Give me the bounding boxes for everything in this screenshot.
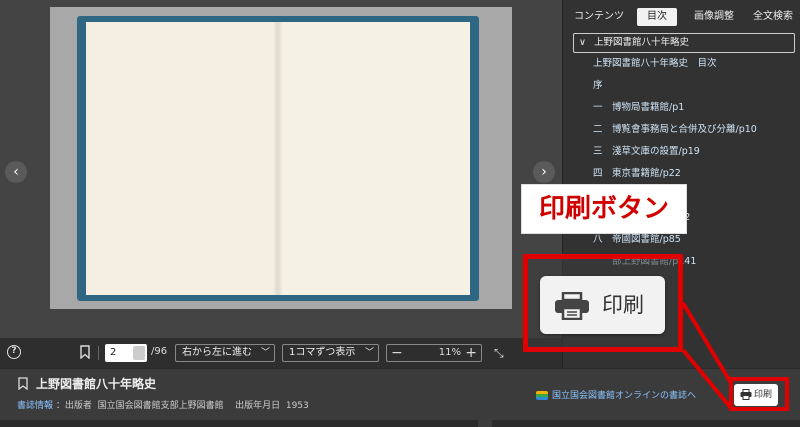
book-page-right: [277, 22, 470, 295]
bookmark-icon[interactable]: [18, 377, 28, 390]
book-page-left: [86, 22, 277, 295]
publisher-value: 国立国会図書館支部上野図書館: [97, 401, 224, 411]
page-number-input[interactable]: 2: [105, 344, 147, 362]
bottom-panel-edge: [0, 420, 478, 427]
expand-icon[interactable]: ⤡: [494, 346, 504, 361]
chevron-down-icon: ∨: [579, 37, 586, 48]
page-total: /96: [151, 346, 168, 357]
direction-select[interactable]: 右から左に進む ﹀: [175, 344, 275, 362]
toc-item[interactable]: 三 淺草文庫の設置/p19: [573, 141, 795, 163]
chevron-down-icon: ﹀: [364, 348, 374, 358]
display-mode-value: 1コマずつ表示: [289, 347, 356, 358]
book-meta: 書誌情報 ：出版者 国立国会図書館支部上野図書館 出版年月日 1953: [17, 398, 309, 411]
date-label: 出版年月日: [235, 401, 281, 411]
chevron-down-icon: ﹀: [260, 348, 270, 358]
ndl-logo-icon: [536, 391, 548, 400]
zoomed-print-button: 印刷: [540, 276, 665, 334]
ndl-online-link[interactable]: 国立国会図書館オンラインの書誌へ: [536, 388, 696, 401]
book-gutter: [273, 22, 283, 295]
direction-value: 右から左に進む: [182, 347, 252, 358]
toc-root[interactable]: ∨ 上野図書館八十年略史: [573, 33, 795, 53]
bibliographic-info-link[interactable]: 書誌情報: [17, 401, 53, 411]
publisher-label: ：出版者: [55, 401, 92, 411]
bookmark-icon[interactable]: [80, 345, 90, 359]
tab-image-adjust[interactable]: 画像調整: [687, 8, 741, 26]
viewer-toolbar: ? 2 /96 右から左に進む ﹀ 1コマずつ表示 ﹀ − 11% + ⤡: [0, 338, 562, 368]
chevron-left-icon[interactable]: ‹: [5, 161, 27, 183]
printer-icon: [555, 292, 589, 320]
bibliographic-bar: 上野図書館八十年略史 書誌情報 ：出版者 国立国会図書館支部上野図書館 出版年月…: [0, 368, 800, 427]
book-title: 上野図書館八十年略史: [36, 377, 157, 391]
toc-item[interactable]: 一 博物局書籍館/p1: [573, 97, 795, 119]
toc-item[interactable]: 序: [573, 75, 795, 97]
zoom-control: − 11% +: [386, 344, 482, 362]
zoomed-print-label: 印刷: [602, 293, 644, 317]
toc-item[interactable]: 四 東京書籍館/p22: [573, 163, 795, 185]
display-mode-select[interactable]: 1コマずつ表示 ﹀: [282, 344, 379, 362]
page-number-value: 2: [110, 347, 117, 358]
chevron-right-icon[interactable]: ›: [533, 161, 555, 183]
image-viewer[interactable]: ‹ ›: [0, 0, 562, 338]
divider: [98, 346, 99, 360]
zoom-level: 11%: [438, 347, 461, 358]
date-value: 1953: [285, 401, 309, 411]
tab-contents[interactable]: コンテンツ: [567, 8, 631, 26]
zoom-in-button[interactable]: +: [465, 345, 477, 361]
help-icon[interactable]: ?: [7, 345, 21, 359]
toc-root-label: 上野図書館八十年略史: [594, 37, 690, 48]
side-tabs: コンテンツ 目次 画像調整 全文検索: [563, 8, 800, 28]
bottom-panel-edge: [492, 420, 800, 427]
toc-list: ∨ 上野図書館八十年略史 上野図書館八十年略史 目次 序 一 博物局書籍館/p1…: [573, 33, 795, 273]
callout-label: 印刷ボタン: [521, 184, 687, 234]
zoom-out-button[interactable]: −: [391, 345, 403, 361]
page-spinner[interactable]: [133, 346, 145, 360]
tab-fulltext-search[interactable]: 全文検索: [747, 8, 799, 26]
callout-target-box: [729, 377, 789, 411]
toc-item[interactable]: 二 博覧會事務局と合併及び分離/p10: [573, 119, 795, 141]
ndl-online-link-label: 国立国会図書館オンラインの書誌へ: [552, 391, 697, 401]
toc-item[interactable]: 上野図書館八十年略史 目次: [573, 53, 795, 75]
tab-toc[interactable]: 目次: [637, 8, 677, 26]
